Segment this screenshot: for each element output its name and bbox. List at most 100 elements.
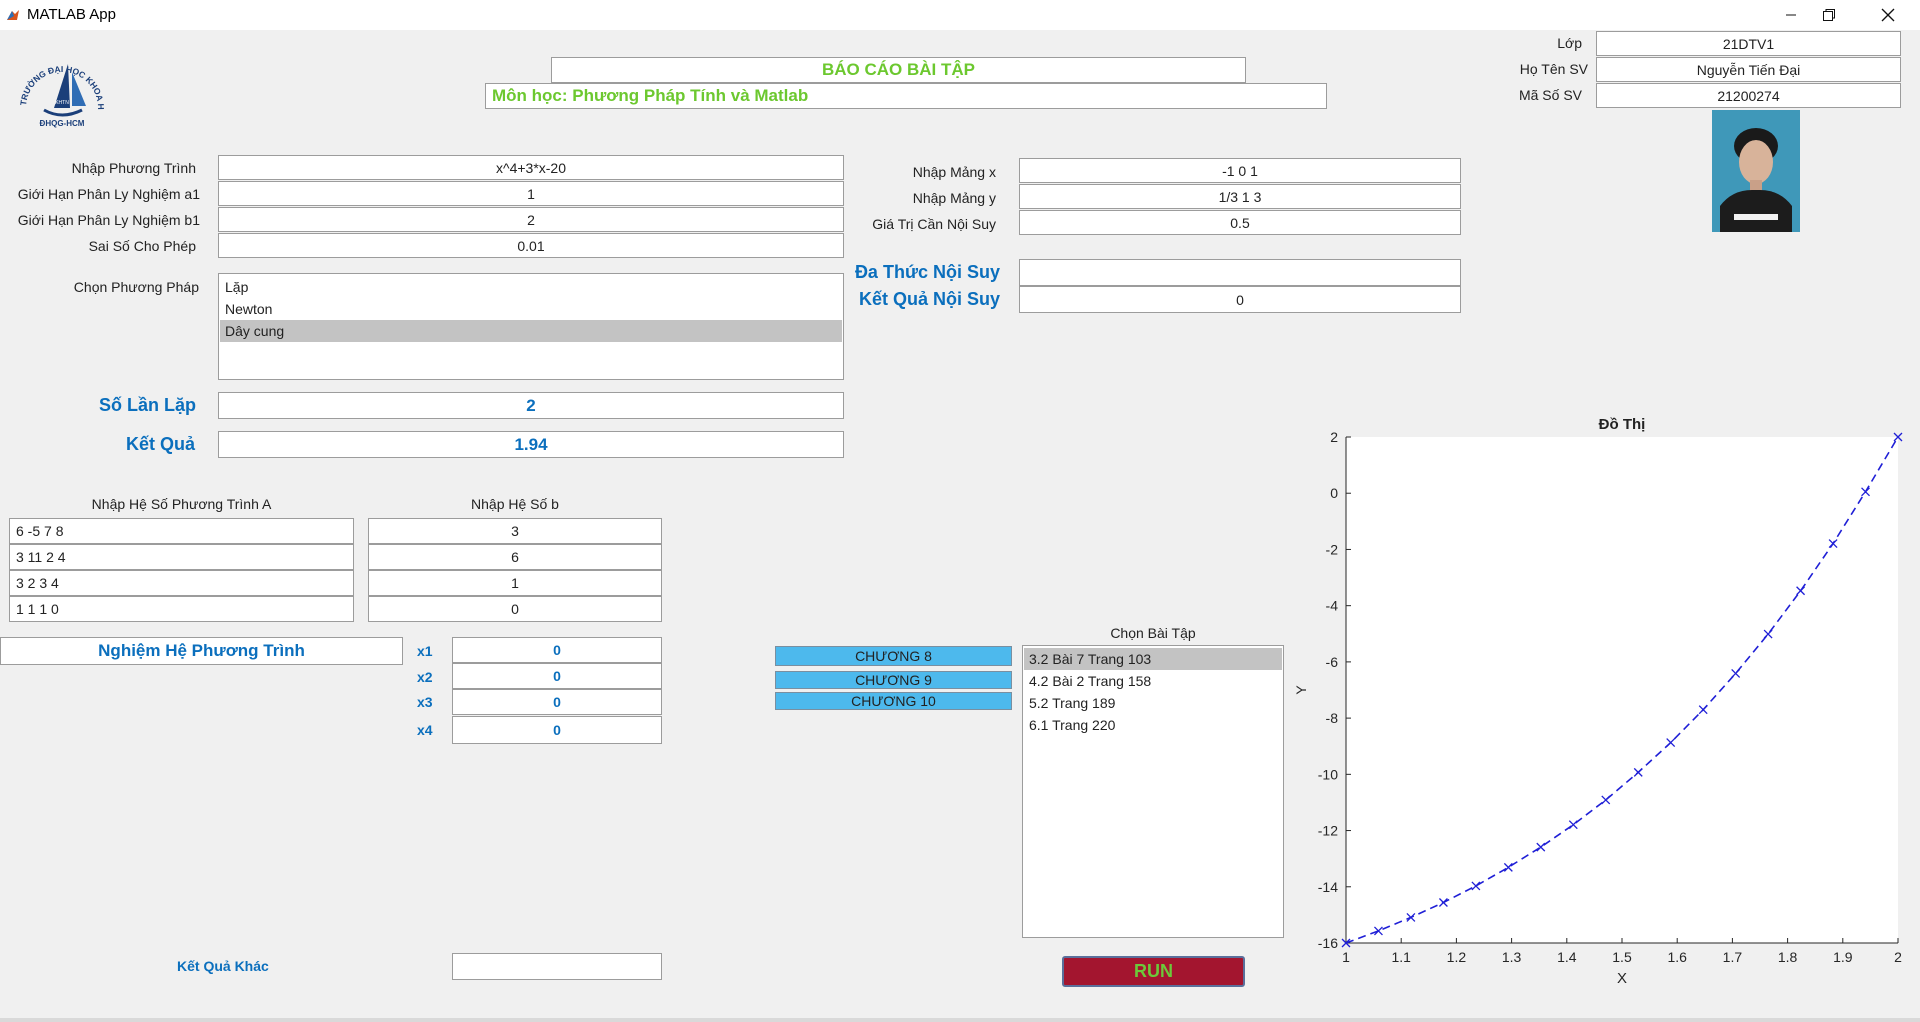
exercise-listbox[interactable]: 3.2 Bài 7 Trang 103 4.2 Bài 2 Trang 158 … <box>1022 645 1284 938</box>
x-tick-label: 1.8 <box>1778 949 1798 965</box>
tolerance-field[interactable]: 0.01 <box>218 233 844 258</box>
x-tick-label: 1.5 <box>1612 949 1632 965</box>
vector-b-row[interactable]: 3 <box>368 518 662 544</box>
equation-field[interactable]: x^4+3*x-20 <box>218 155 844 180</box>
interp-result-field[interactable]: 0 <box>1019 286 1461 313</box>
interp-poly-field[interactable] <box>1019 259 1461 286</box>
run-button[interactable]: RUN <box>1062 956 1245 987</box>
chapter-10-button[interactable]: CHƯƠNG 10 <box>775 692 1012 710</box>
chapter-9-button[interactable]: CHƯƠNG 9 <box>775 671 1012 689</box>
interp-poly-label: Đa Thức Nội Suy <box>854 262 1000 282</box>
x-tick-label: 2 <box>1894 949 1902 965</box>
subject-title: Môn học: Phương Pháp Tính và Matlab <box>485 83 1327 109</box>
restore-icon <box>1823 9 1835 21</box>
student-id-field[interactable]: 21200274 <box>1596 83 1901 108</box>
x-tick-label: 1.6 <box>1667 949 1687 965</box>
plot-chart: 1 1.1 1.2 1.3 1.4 1.5 1.6 1.7 1.8 1.9 2 -16 -14 -12 -1… <box>1293 416 1903 987</box>
name-field[interactable]: Nguyễn Tiến Đại <box>1596 57 1901 82</box>
matrix-a-row[interactable]: 6 -5 7 8 <box>9 518 354 544</box>
class-field[interactable]: 21DTV1 <box>1596 31 1901 56</box>
result-label: Kết Quả <box>125 434 195 454</box>
method-item-fixed-point[interactable]: Lặp <box>220 276 842 298</box>
vector-b-label: Nhập Hệ Số b <box>471 496 559 512</box>
interp-point-label: Giá Trị Cần Nội Suy <box>872 216 996 232</box>
tolerance-label: Sai Số Cho Phép <box>88 238 196 254</box>
y-tick-label: -10 <box>1318 766 1338 782</box>
y-tick-label: -16 <box>1318 935 1338 951</box>
x2-field[interactable]: 0 <box>452 663 662 689</box>
close-button[interactable] <box>1863 0 1913 30</box>
other-result-field[interactable] <box>452 953 662 980</box>
y-tick-label: -6 <box>1326 654 1339 670</box>
matrix-a-row[interactable]: 1 1 1 0 <box>9 596 354 622</box>
y-tick-label: 2 <box>1330 429 1338 445</box>
array-y-field[interactable]: 1/3 1 3 <box>1019 184 1461 209</box>
window-title: MATLAB App <box>27 6 116 23</box>
interp-point-field[interactable]: 0.5 <box>1019 210 1461 235</box>
x-tick-label: 1 <box>1342 949 1350 965</box>
x-tick-label: 1.3 <box>1502 949 1522 965</box>
x3-field[interactable]: 0 <box>452 689 662 715</box>
matlab-icon <box>6 8 20 22</box>
bottom-edge <box>0 1018 1920 1022</box>
interp-result-label: Kết Quả Nội Suy <box>858 289 1000 309</box>
vector-b-row[interactable]: 1 <box>368 570 662 596</box>
vector-b-row[interactable]: 0 <box>368 596 662 622</box>
a1-field[interactable]: 1 <box>218 181 844 206</box>
x-tick-label: 1.1 <box>1391 949 1411 965</box>
report-title: BÁO CÁO BÀI TẬP <box>551 57 1246 83</box>
y-tick-label: -8 <box>1326 710 1339 726</box>
x-tick-label: 1.4 <box>1557 949 1577 965</box>
method-item-secant[interactable]: Dây cung <box>220 320 842 342</box>
x4-label: x4 <box>417 722 433 738</box>
other-result-label: Kết Quả Khác <box>177 958 269 974</box>
y-tick-label: 0 <box>1330 485 1338 501</box>
chapter-8-button[interactable]: CHƯƠNG 8 <box>775 646 1012 666</box>
a1-label: Giới Hạn Phân Ly Nghiệm a1 <box>17 186 200 202</box>
y-tick-label: -14 <box>1318 879 1338 895</box>
equation-label: Nhập Phương Trình <box>71 160 196 176</box>
exercise-item[interactable]: 4.2 Bài 2 Trang 158 <box>1024 670 1282 692</box>
title-bar <box>0 0 1920 30</box>
student-id-label: Mã Số SV <box>1518 87 1582 103</box>
matrix-a-row[interactable]: 3 11 2 4 <box>9 544 354 570</box>
exercise-list-label: Chọn Bài Tập <box>1110 625 1196 641</box>
svg-text:ĐHQG-HCM: ĐHQG-HCM <box>40 119 85 128</box>
x-tick-label: 1.9 <box>1833 949 1853 965</box>
name-label: Họ Tên SV <box>1519 61 1588 77</box>
result-field[interactable]: 1.94 <box>218 431 844 458</box>
matrix-a-label: Nhập Hệ Số Phương Trình A <box>91 496 272 512</box>
y-axis-label: Y <box>1293 685 1309 695</box>
array-x-field[interactable]: -1 0 1 <box>1019 158 1461 183</box>
b1-label: Giới Hạn Phân Ly Nghiệm b1 <box>17 212 200 228</box>
x-axis-label: X <box>1617 970 1627 987</box>
b1-field[interactable]: 2 <box>218 207 844 232</box>
y-tick-label: -2 <box>1326 541 1339 557</box>
method-listbox[interactable]: Lặp Newton Dây cung <box>218 273 844 380</box>
system-solution-title: Nghiệm Hệ Phương Trình <box>0 637 403 665</box>
iterations-label: Số Lần Lặp <box>98 395 196 415</box>
y-tick-label: -12 <box>1318 823 1338 839</box>
vector-b-row[interactable]: 6 <box>368 544 662 570</box>
x-tick-label: 1.7 <box>1723 949 1743 965</box>
method-item-newton[interactable]: Newton <box>220 298 842 320</box>
university-logo: TRƯỜNG ĐẠI HỌC KHOA HỌC TỰ NHIÊN KHTN ĐH… <box>10 37 110 132</box>
y-tick-label: -4 <box>1326 598 1339 614</box>
method-label: Chọn Phương Pháp <box>73 279 199 295</box>
x1-field[interactable]: 0 <box>452 637 662 663</box>
iterations-field[interactable]: 2 <box>218 392 844 419</box>
minimize-icon <box>1786 14 1796 16</box>
array-y-label: Nhập Mảng y <box>912 190 996 206</box>
exercise-item[interactable]: 6.1 Trang 220 <box>1024 714 1282 736</box>
restore-button[interactable] <box>1804 0 1854 30</box>
close-icon <box>1881 8 1895 22</box>
exercise-item[interactable]: 3.2 Bài 7 Trang 103 <box>1024 648 1282 670</box>
x-tick-label: 1.2 <box>1447 949 1467 965</box>
class-label: Lớp <box>1557 35 1582 51</box>
chart-title: Đồ Thị <box>1599 416 1646 433</box>
x2-label: x2 <box>417 669 433 685</box>
student-photo <box>1712 110 1800 232</box>
x4-field[interactable]: 0 <box>452 716 662 744</box>
matrix-a-row[interactable]: 3 2 3 4 <box>9 570 354 596</box>
exercise-item[interactable]: 5.2 Trang 189 <box>1024 692 1282 714</box>
